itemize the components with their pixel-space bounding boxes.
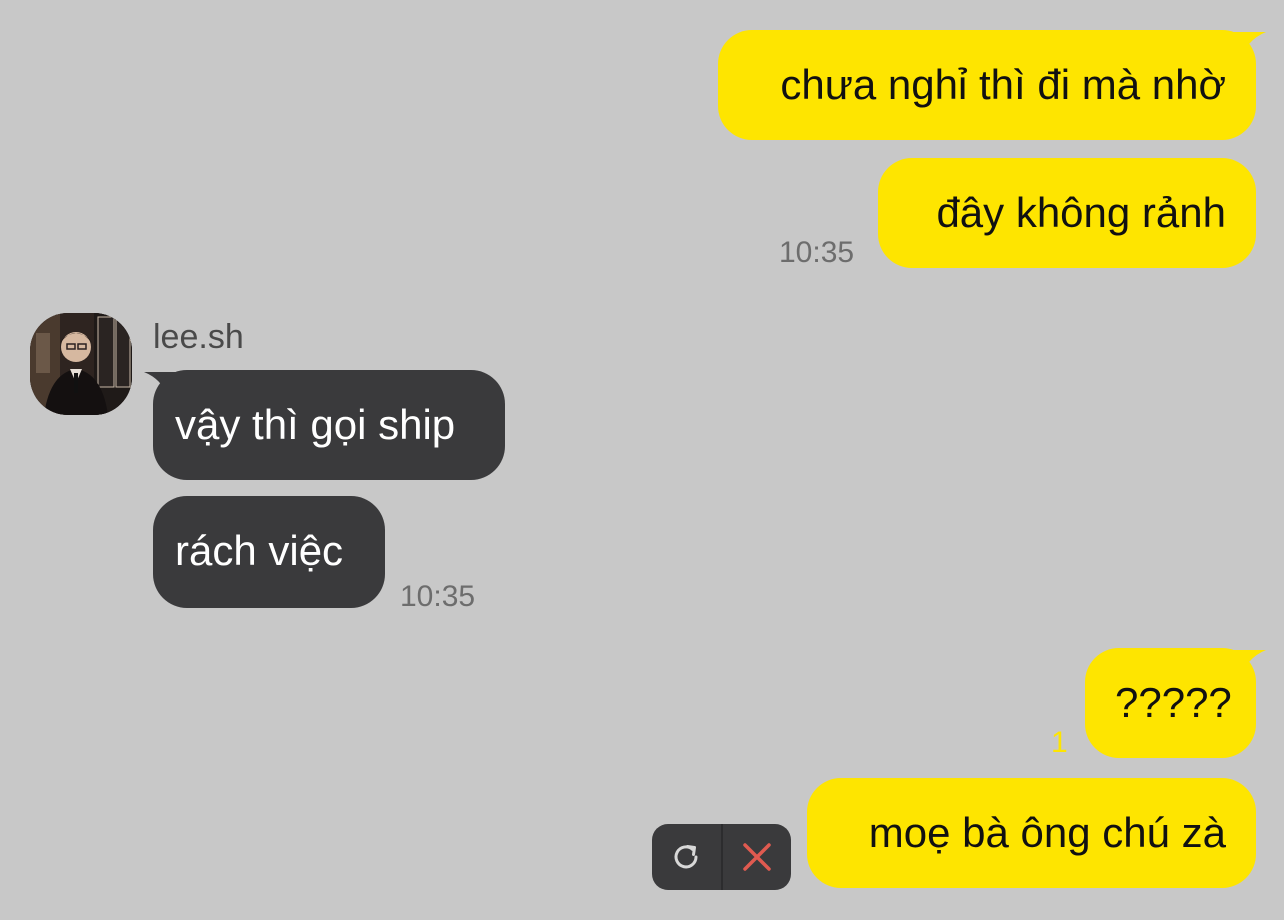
message-text: rách việc — [175, 527, 344, 574]
message-timestamp: 10:35 — [779, 236, 855, 269]
outgoing-message-bubble[interactable]: chưa nghỉ thì đi mà nhờ — [718, 30, 1256, 140]
outgoing-message-bubble[interactable]: moẹ bà ông chú zà — [807, 778, 1256, 888]
unread-count: 1 — [1051, 726, 1068, 759]
profile-photo — [30, 313, 132, 415]
delete-button[interactable] — [723, 824, 792, 890]
incoming-message-bubble[interactable]: rách việc — [153, 496, 385, 608]
message-text: vậy thì gọi ship — [175, 401, 456, 448]
bubble-tail — [1230, 650, 1266, 680]
bubble-tail — [1230, 32, 1266, 62]
avatar[interactable] — [30, 313, 132, 415]
message-text: đây không rảnh — [936, 189, 1226, 236]
close-icon — [743, 843, 771, 871]
outgoing-message-bubble[interactable]: đây không rảnh — [878, 158, 1256, 268]
message-timestamp: 10:35 — [400, 580, 476, 613]
message-text: chưa nghỉ thì đi mà nhờ — [780, 61, 1226, 108]
message-text: ????? — [1115, 679, 1232, 726]
retry-icon — [674, 845, 698, 869]
failed-message-actions — [652, 824, 791, 890]
incoming-message-bubble[interactable]: vậy thì gọi ship — [153, 370, 505, 480]
resend-button[interactable] — [652, 824, 721, 890]
sender-name: lee.sh — [153, 318, 244, 356]
message-text: moẹ bà ông chú zà — [868, 809, 1226, 856]
